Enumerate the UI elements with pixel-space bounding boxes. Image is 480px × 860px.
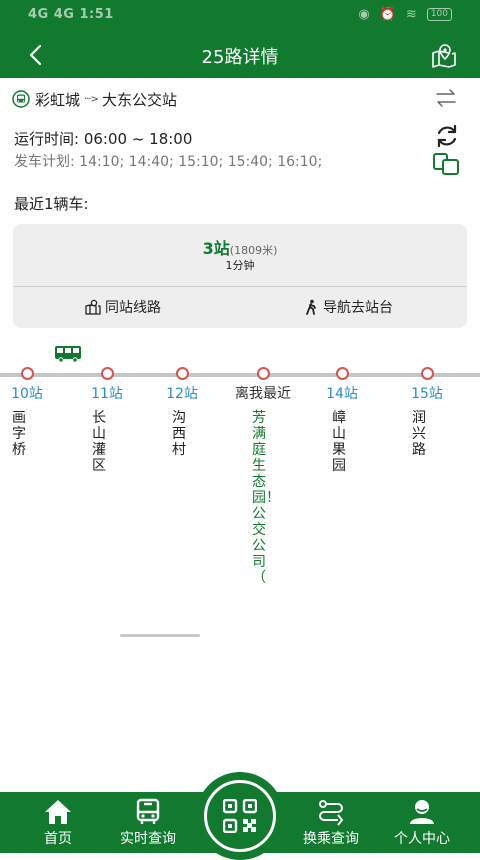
tab-home[interactable]: 首页	[13, 792, 103, 853]
station-stop[interactable]: 12站	[142, 367, 222, 403]
alarm-icon: ⏰	[379, 7, 396, 22]
station-dot	[20, 367, 34, 380]
distance: (1809米)	[229, 244, 278, 257]
swap-direction-icon[interactable]	[434, 88, 458, 108]
network-indicator: 4G 4G	[28, 7, 75, 22]
route-icon	[319, 800, 343, 826]
horizontal-scrollbar[interactable]	[120, 634, 200, 637]
station-name[interactable]: 画字桥	[12, 410, 30, 458]
tab-profile[interactable]: 个人中心	[377, 792, 467, 853]
station-distance-label: 10站	[11, 386, 43, 402]
navigation-bar: 25路详情	[0, 32, 480, 78]
home-icon	[45, 800, 71, 824]
tab-realtime-label: 实时查询	[120, 831, 176, 847]
status-time: 1:51	[79, 7, 114, 22]
qr-code-button[interactable]	[196, 772, 284, 860]
stops-away: 3站(1809米)	[13, 235, 467, 259]
operating-hours: 运行时间: 06:00 ~ 18:00	[14, 130, 193, 148]
walking-icon	[306, 299, 316, 315]
station-stop-nearest[interactable]: 离我最近	[223, 367, 303, 403]
map-pin-icon	[85, 299, 101, 315]
station-name[interactable]: 润兴路	[412, 410, 430, 458]
station-distance-label: 15站	[411, 386, 443, 402]
route-destination: 大东公交站	[101, 90, 177, 109]
station-stop[interactable]: 15站	[387, 367, 467, 403]
route-origin: 彩虹城	[35, 90, 81, 109]
station-stop[interactable]: 14站	[302, 367, 382, 403]
departure-plan: 发车计划: 14:10; 14:40; 15:10; 15:40; 16:10;	[14, 154, 323, 170]
location-icon: ◉	[358, 7, 370, 22]
tab-home-label: 首页	[44, 831, 72, 847]
station-dot	[100, 367, 114, 380]
battery-indicator: 100	[426, 8, 452, 21]
wifi-icon: ≋	[405, 7, 417, 22]
copy-icon[interactable]	[432, 152, 460, 176]
tab-realtime[interactable]: 实时查询	[103, 792, 193, 853]
station-distance-label: 11站	[91, 386, 123, 402]
station-stop[interactable]: 10站	[0, 367, 67, 403]
map-icon[interactable]	[430, 42, 458, 68]
station-dot	[175, 367, 189, 380]
station-nearest-label: 离我最近	[235, 386, 291, 402]
eta: 1分钟	[225, 259, 255, 272]
station-dot	[420, 367, 434, 380]
navigate-to-stop-label: 导航去站台	[323, 300, 393, 316]
station-stop[interactable]: 11站	[67, 367, 147, 403]
tab-transfer-label: 换乘查询	[303, 831, 359, 847]
route-arrow: ···>	[84, 93, 99, 105]
station-dot	[335, 367, 349, 380]
station-distance-label: 14站	[326, 386, 358, 402]
same-station-lines-button[interactable]: 同站线路	[85, 294, 161, 320]
tab-profile-label: 个人中心	[394, 831, 450, 847]
page-title: 25路详情	[201, 47, 279, 68]
route-line-map[interactable]: 10站 11站 12站 离我最近 14站 15站	[0, 340, 480, 600]
bus-circle-icon	[12, 90, 30, 108]
same-station-lines-label: 同站线路	[105, 300, 161, 316]
card-divider	[13, 286, 467, 287]
refresh-icon[interactable]	[434, 123, 460, 149]
status-time-group: 4G 4G 1:51	[28, 7, 114, 22]
navigate-to-stop-button[interactable]: 导航去站台	[303, 294, 393, 320]
bus-icon	[55, 346, 81, 363]
status-bar: 4G 4G 1:51 ◉ ⏰ ≋ 100	[0, 0, 480, 32]
station-dot	[256, 367, 270, 380]
station-name[interactable]: 长山灌区	[92, 410, 110, 474]
tab-transfer[interactable]: 换乘查询	[286, 792, 376, 853]
recent-bus-label: 最近1辆车:	[14, 195, 89, 213]
bus-front-icon	[136, 798, 160, 824]
qr-code-ring	[204, 780, 276, 852]
station-name-nearest[interactable]: 芳满庭生态园！公交公司（	[252, 410, 280, 586]
stops-count: 3站	[202, 239, 230, 258]
station-name[interactable]: 沟西村	[172, 410, 190, 458]
status-icons: ◉ ⏰ ≋ 100	[358, 7, 452, 22]
station-name[interactable]: 嶂山果园	[332, 410, 350, 474]
station-distance-label: 12站	[166, 386, 198, 402]
route-direction: 彩虹城 ···> 大东公交站	[12, 88, 468, 110]
bus-arrival-card: 3站(1809米) 1分钟 同站线路 导航去站台	[13, 224, 467, 328]
user-icon	[410, 800, 434, 824]
qr-code-icon	[223, 799, 257, 833]
